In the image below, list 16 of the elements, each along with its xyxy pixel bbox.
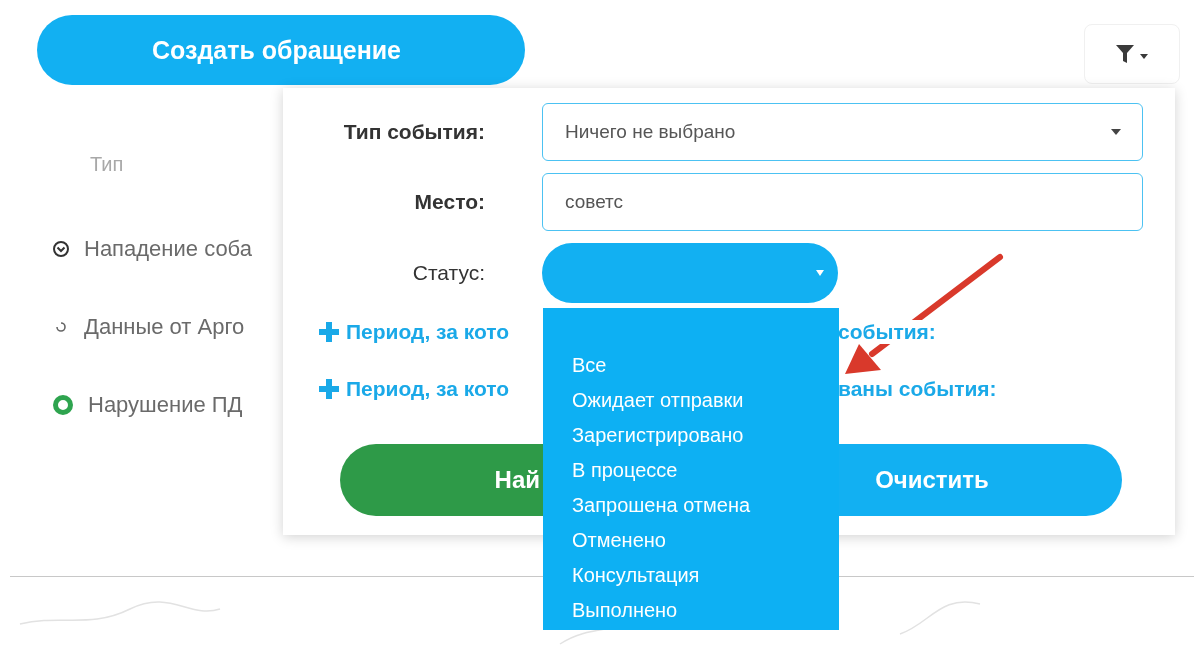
status-option[interactable]: Ожидает отправки: [572, 383, 839, 418]
field-label: Статус:: [412, 261, 485, 285]
event-type-text: Нарушение ПД: [88, 392, 243, 418]
status-option[interactable]: Отменено: [572, 523, 839, 558]
field-label: Место:: [414, 190, 485, 214]
create-request-button[interactable]: Создать обращение: [37, 15, 525, 85]
status-option[interactable]: Консультация: [572, 558, 839, 593]
period-link[interactable]: события:: [838, 319, 936, 344]
column-header: Тип: [90, 153, 125, 176]
field-label: Тип события:: [343, 120, 485, 144]
place-input-field[interactable]: советс: [542, 173, 1143, 231]
event-type-text: Данные от Арго: [84, 314, 245, 340]
event-type-text: Нападение соба: [84, 236, 252, 262]
status-option[interactable]: Все: [572, 348, 839, 383]
status-option[interactable]: Выполнено: [572, 593, 839, 628]
event-type-select[interactable]: Ничего не выбрано: [542, 103, 1143, 161]
